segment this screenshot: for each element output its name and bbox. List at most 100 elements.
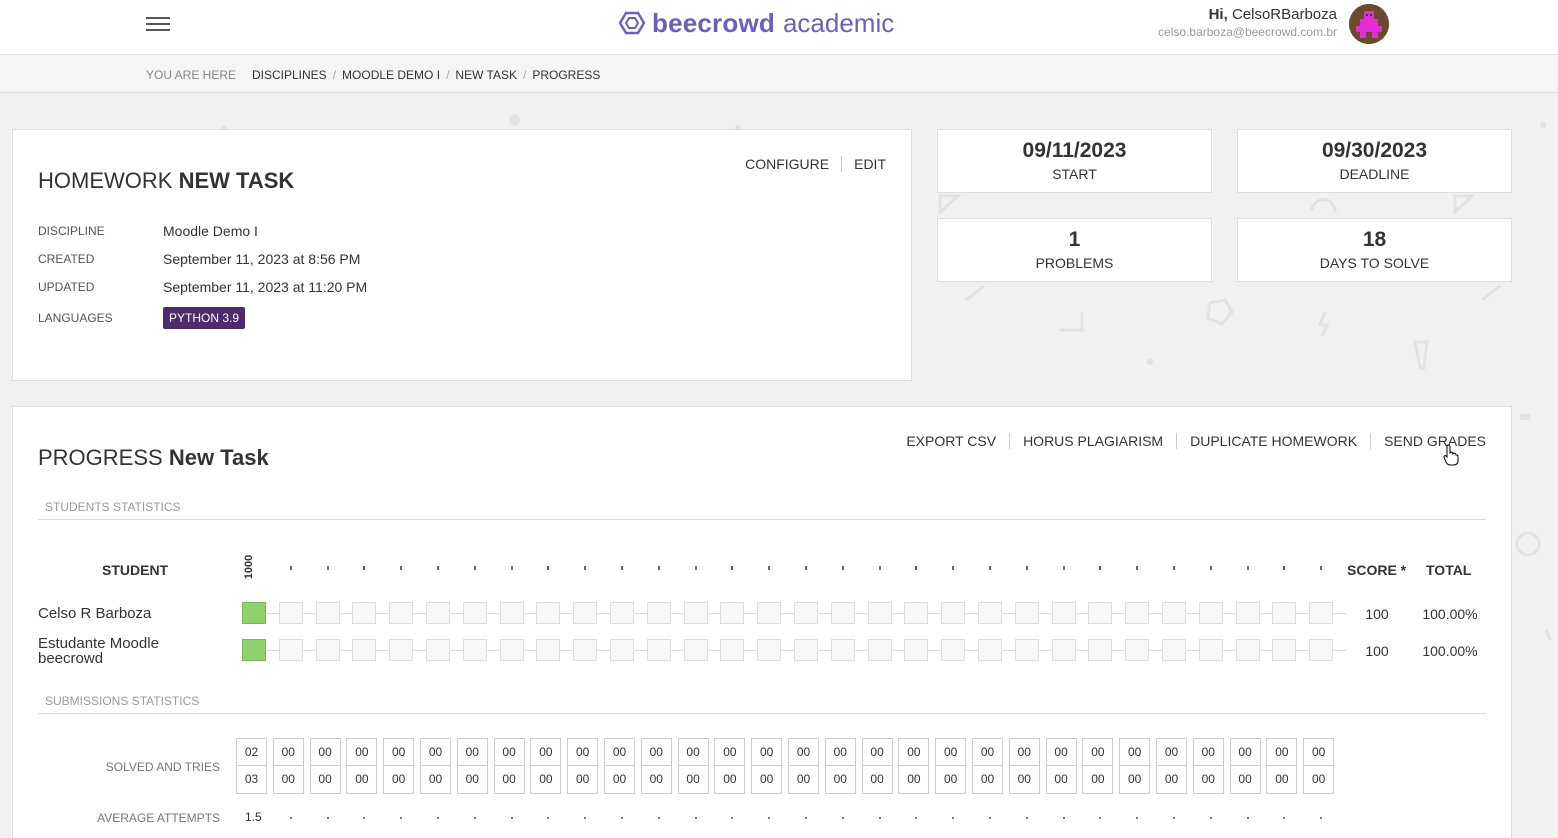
problem-cell-empty[interactable] [646,639,671,661]
problem-column-tick [841,566,844,570]
problem-cell-empty[interactable] [978,639,1002,661]
user-info[interactable]: Hi, CelsoRBarboza celso.barboza@beecrowd… [1158,6,1337,39]
problem-cell-empty[interactable] [278,602,303,624]
solved-tries-box: 00 00 [530,738,562,794]
avatar[interactable] [1349,4,1389,44]
tries-count: 00 [576,772,590,786]
problem-cell-solved[interactable] [242,639,266,661]
problem-cell-empty[interactable] [1125,602,1150,624]
problem-column-tick [731,566,734,570]
problem-cell-empty[interactable] [499,602,524,624]
problem-cell-empty[interactable] [867,602,892,624]
submissions-statistics-label: SUBMISSIONS STATISTICS [38,694,1486,714]
problem-cell-empty[interactable] [389,639,414,661]
problem-cell-empty[interactable] [1309,639,1334,661]
problem-cell-empty[interactable] [499,639,524,661]
problem-cell-empty[interactable] [1014,639,1039,661]
problem-cell-empty[interactable] [1198,639,1223,661]
problem-cell-empty[interactable] [462,602,487,624]
brand-logo[interactable]: beecrowd academic [618,6,894,40]
problem-cell-empty[interactable] [573,639,598,661]
breadcrumb-disciplines[interactable]: DISCIPLINES [252,68,327,82]
problem-cell-empty[interactable] [683,602,708,624]
export-csv-button[interactable]: EXPORT CSV [893,433,1009,449]
average-attempts-empty [510,817,513,819]
average-attempts-empty [1209,817,1212,819]
problem-cell-empty[interactable] [315,639,340,661]
tries-count: 00 [428,772,443,786]
student-name[interactable]: Estudante Moodle beecrowd [38,636,159,666]
problem-cell-empty[interactable] [1125,639,1150,661]
problem-cell-empty[interactable] [830,602,855,624]
problem-cell-empty[interactable] [610,602,634,624]
tries-count: 00 [760,772,774,786]
problem-cell-empty[interactable] [426,602,450,624]
hamburger-menu-icon[interactable] [146,14,170,34]
problem-cell-empty[interactable] [536,602,561,624]
problem-cell-empty[interactable] [1272,602,1297,624]
average-attempts-empty [1025,817,1028,819]
problem-cell-empty[interactable] [904,639,929,661]
problem-cell-empty[interactable] [757,602,782,624]
solved-tries-box: 00 00 [714,738,746,794]
stat-value: 09/11/2023 [1022,139,1127,162]
problem-cell-empty[interactable] [978,602,1002,624]
problem-cell-empty[interactable] [1051,639,1076,661]
problem-cell-empty[interactable] [1051,602,1076,624]
problem-cell-empty[interactable] [1198,602,1223,624]
student-name[interactable]: Celso R Barboza [38,606,151,621]
problem-cell-empty[interactable] [720,602,745,624]
problem-cell-empty[interactable] [1162,602,1186,624]
problem-cell-empty[interactable] [830,639,855,661]
problem-code-link[interactable]: 1000 [243,555,255,579]
breadcrumb-discipline[interactable]: MOODLE DEMO I [342,68,440,82]
problem-cell-empty[interactable] [426,639,450,661]
problem-cell-empty[interactable] [610,639,634,661]
tries-count: 00 [1238,772,1252,786]
average-attempts-empty [1099,817,1102,819]
solved-tries-box: 00 00 [1008,738,1040,794]
tries-count: 00 [281,772,295,786]
problem-cell-empty[interactable] [646,602,671,624]
problem-cell-empty[interactable] [720,639,745,661]
problem-cell-empty[interactable] [757,639,782,661]
configure-button[interactable]: CONFIGURE [733,156,841,172]
send-grades-button[interactable]: SEND GRADES [1370,433,1486,449]
edit-button[interactable]: EDIT [841,156,886,172]
horus-plagiarism-button[interactable]: HORUS PLAGIARISM [1009,433,1176,449]
problem-cell-empty[interactable] [315,602,340,624]
problem-cell-empty[interactable] [389,602,414,624]
average-attempts-empty [1320,817,1323,819]
problem-cell-empty[interactable] [941,602,966,624]
problem-cell-empty[interactable] [794,639,818,661]
duplicate-homework-button[interactable]: DUPLICATE HOMEWORK [1176,433,1370,449]
problem-cell-empty[interactable] [352,639,377,661]
tries-count: 00 [318,772,332,786]
breadcrumb-task[interactable]: NEW TASK [455,68,517,82]
problem-cell-empty[interactable] [278,639,303,661]
problem-cell-solved[interactable] [242,602,266,624]
problem-cell-empty[interactable] [1235,639,1260,661]
greeting: Hi, [1208,6,1228,23]
problem-cell-empty[interactable] [867,639,892,661]
problem-cell-empty[interactable] [1014,602,1039,624]
solved-count: 00 [1267,739,1297,766]
problem-cell-empty[interactable] [941,639,966,661]
problem-cell-empty[interactable] [1088,602,1113,624]
problem-cell-empty[interactable] [1235,602,1260,624]
solved-tries-box: 00 00 [309,738,341,794]
solved-count: 00 [421,739,450,766]
problem-cell-empty[interactable] [683,639,708,661]
problem-cell-empty[interactable] [1272,639,1297,661]
problem-cell-empty[interactable] [536,639,561,661]
problem-cell-empty[interactable] [573,602,598,624]
problem-cell-empty[interactable] [1088,639,1113,661]
problem-cell-empty[interactable] [1162,639,1186,661]
problem-cell-empty[interactable] [794,602,818,624]
problem-cell-empty[interactable] [462,639,487,661]
solved-tries-box: 00 00 [640,738,672,794]
problem-cell-empty[interactable] [1309,602,1334,624]
problem-cell-empty[interactable] [904,602,929,624]
solved-tries-box: 00 00 [493,738,525,794]
problem-cell-empty[interactable] [352,602,377,624]
